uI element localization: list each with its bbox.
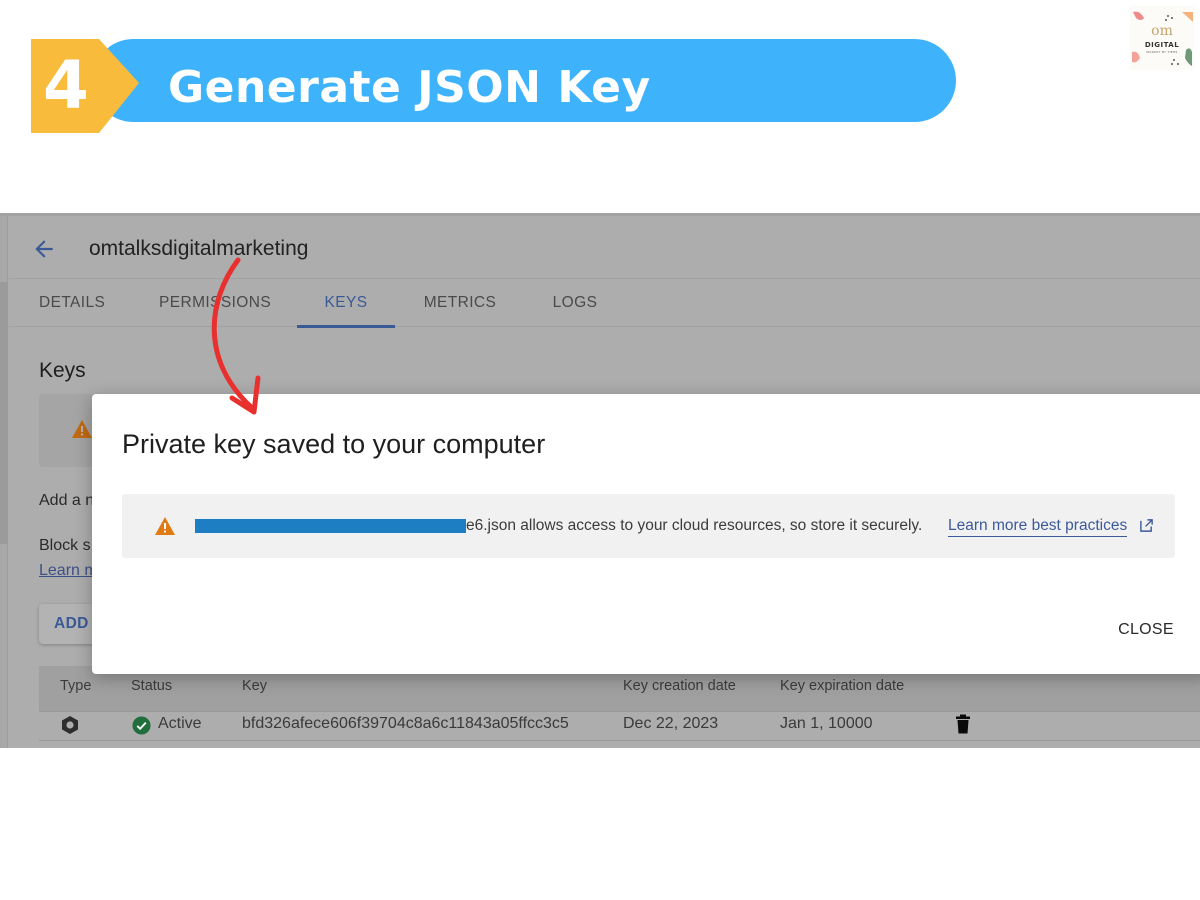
- key-creation-date: Dec 22, 2023: [623, 715, 719, 732]
- tab-keys[interactable]: KEYS: [297, 279, 395, 328]
- notice-text: e6.json allows access to your cloud reso…: [466, 517, 923, 534]
- tab-logs[interactable]: LOGS: [551, 279, 599, 327]
- best-practices-link[interactable]: Learn more best practices: [948, 516, 1128, 537]
- banner-title: Generate JSON Key: [168, 62, 651, 113]
- block-key-description: Block s: [39, 537, 91, 554]
- page-title: omtalksdigitalmarketing: [89, 237, 309, 260]
- add-key-description: Add a n: [39, 492, 95, 509]
- column-header-expires: Key expiration date: [780, 678, 905, 694]
- close-button[interactable]: CLOSE: [1108, 612, 1184, 648]
- page-header: omtalksdigitalmarketing: [9, 216, 1200, 279]
- left-nav-scrollbar[interactable]: [0, 282, 8, 544]
- section-title: Keys: [39, 359, 86, 382]
- logo-mark: om: [1151, 23, 1173, 39]
- dialog-title: Private key saved to your computer: [122, 429, 546, 459]
- column-header-status: Status: [131, 678, 173, 694]
- external-link-icon[interactable]: [1139, 518, 1154, 533]
- active-tab-indicator: [297, 325, 395, 328]
- key-id: bfd326afece606f39704c8a6c11843a05ffcc3c5: [242, 715, 569, 732]
- tab-keys-label: KEYS: [324, 294, 368, 311]
- column-header-key: Key: [242, 678, 267, 694]
- trash-icon[interactable]: [955, 714, 971, 734]
- logo-tagline: MARKET BY TIERS: [1146, 50, 1178, 54]
- column-header-type: Type: [60, 678, 92, 694]
- tab-permissions[interactable]: PERMISSIONS: [159, 279, 271, 327]
- logo-name: DIGITAL: [1144, 41, 1180, 49]
- column-header-created: Key creation date: [623, 678, 736, 694]
- warning-icon: [72, 420, 92, 438]
- check-circle-icon: [132, 716, 151, 735]
- learn-more-link[interactable]: Learn m: [39, 562, 98, 580]
- row-divider: [39, 740, 1200, 741]
- tab-bar: DETAILS PERMISSIONS KEYS METRICS LOGS: [9, 279, 1200, 328]
- tab-details[interactable]: DETAILS: [39, 279, 105, 327]
- step-number: 4: [43, 47, 89, 124]
- arrow-left-icon[interactable]: [31, 236, 57, 262]
- key-expiration-date: Jan 1, 10000: [780, 715, 873, 732]
- tutorial-banner: 4 Generate JSON Key om DIGITAL MARKET BY…: [0, 0, 1200, 180]
- status-label: Active: [158, 715, 202, 732]
- row-divider: [39, 711, 1200, 712]
- redacted-filename: [195, 519, 466, 533]
- warning-icon: [155, 517, 175, 535]
- tab-metrics[interactable]: METRICS: [423, 279, 497, 327]
- service-account-key-icon: [62, 716, 78, 734]
- left-nav-rail: [0, 216, 8, 748]
